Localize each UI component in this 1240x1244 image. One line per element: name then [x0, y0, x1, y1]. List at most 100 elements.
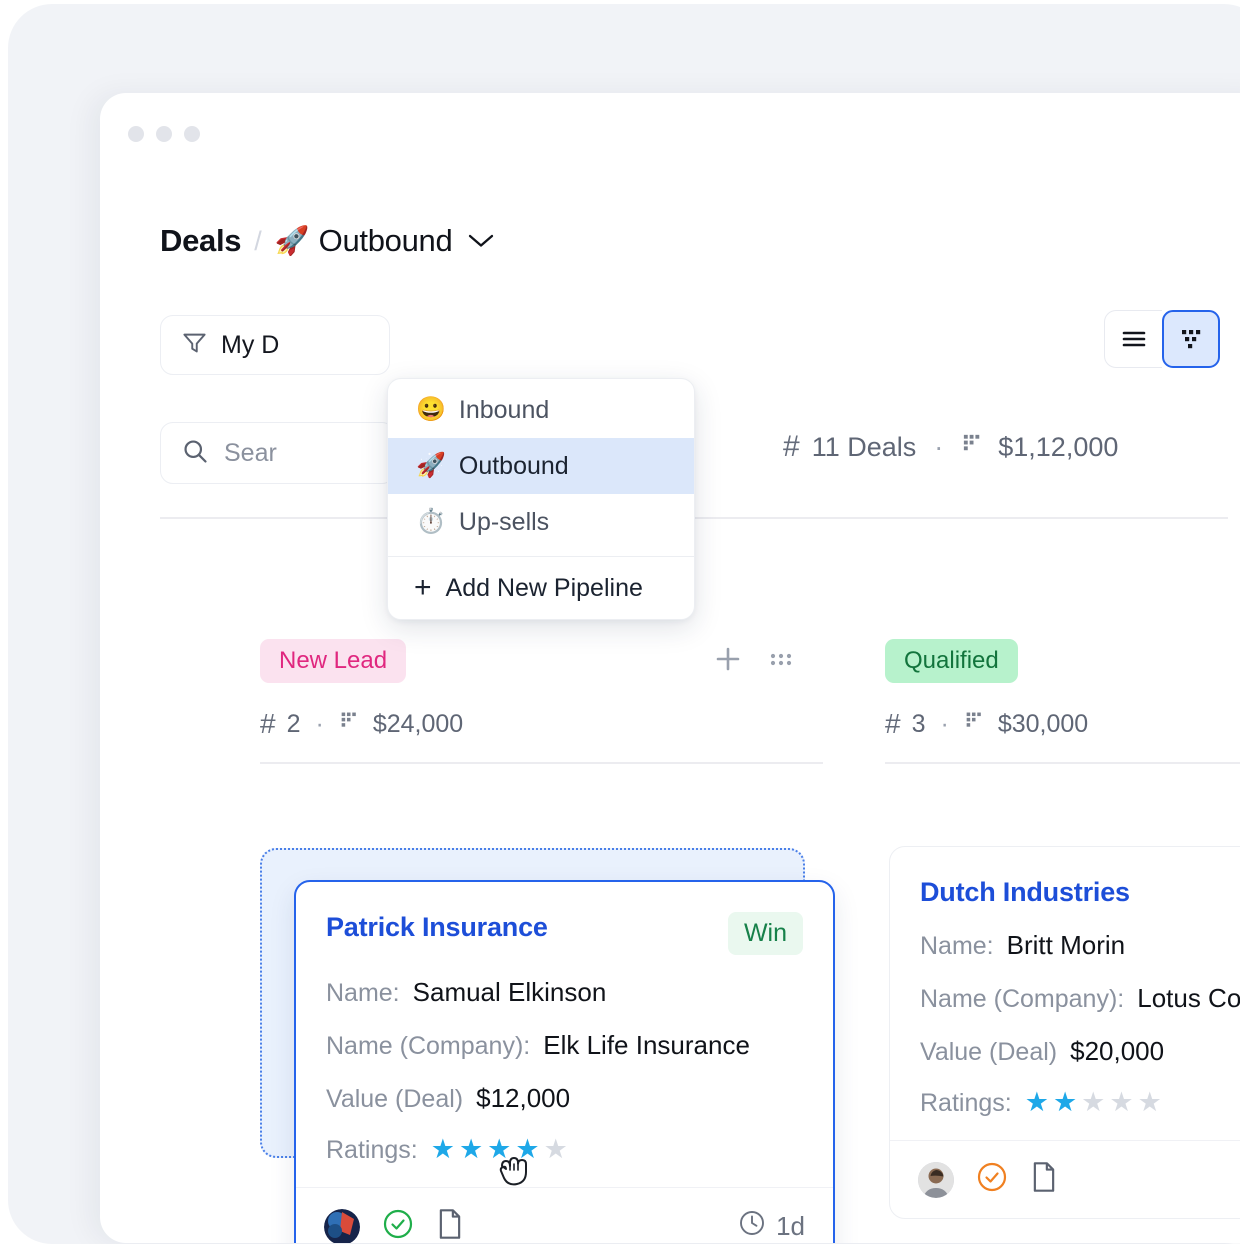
- column-count: 2: [287, 710, 301, 739]
- column-count: 3: [912, 710, 926, 739]
- value-grid-icon: [339, 709, 362, 739]
- value-grid-icon: [961, 431, 986, 463]
- card-field-value: Value (Deal) $20,000: [920, 1036, 1240, 1067]
- field-label: Value (Deal): [920, 1038, 1057, 1067]
- document-icon[interactable]: [436, 1208, 464, 1243]
- avatar[interactable]: [324, 1209, 360, 1244]
- add-new-pipeline-label: Add New Pipeline: [446, 574, 643, 603]
- field-label: Name (Company):: [326, 1032, 530, 1061]
- summary-separator: ·: [934, 432, 943, 463]
- card-field-company: Name (Company): Lotus Co...: [920, 983, 1240, 1014]
- breadcrumb-pipeline-name[interactable]: Outbound: [319, 223, 453, 259]
- card-age-indicator: 1d: [738, 1209, 805, 1243]
- window-titlebar: [100, 93, 1240, 175]
- list-view-button[interactable]: [1104, 310, 1162, 368]
- chevron-down-icon[interactable]: [468, 233, 494, 249]
- search-input[interactable]: Sear: [160, 422, 395, 484]
- total-value-label: $1,12,000: [998, 432, 1118, 463]
- field-label: Name:: [920, 932, 994, 961]
- filter-my-deals-button[interactable]: My D: [160, 315, 390, 375]
- pipeline-dropdown-menu: 😀 Inbound 🚀 Outbound ⏱️ Up-sells + Add N…: [387, 378, 695, 620]
- filter-funnel-icon: [181, 329, 208, 361]
- star-icon[interactable]: ★: [1138, 1089, 1162, 1116]
- kanban-column-qualified: Qualified # 3 · $30,000: [885, 638, 1240, 764]
- task-pending-check-icon[interactable]: [976, 1161, 1008, 1198]
- field-value: $12,000: [476, 1083, 570, 1114]
- column-divider: [260, 762, 823, 764]
- star-icon[interactable]: ★: [1109, 1089, 1133, 1116]
- hash-icon: #: [260, 708, 276, 740]
- card-header: Patrick Insurance Win: [326, 912, 803, 955]
- filter-label: My D: [221, 331, 279, 360]
- card-field-company: Name (Company): Elk Life Insurance: [326, 1030, 803, 1061]
- deal-count-label: 11 Deals: [812, 432, 917, 463]
- add-new-pipeline-button[interactable]: + Add New Pipeline: [388, 557, 694, 619]
- field-label: Name (Company):: [920, 985, 1124, 1014]
- search-icon: [181, 437, 209, 470]
- pipeline-option-upsells[interactable]: ⏱️ Up-sells: [388, 494, 694, 550]
- ratings-label: Ratings:: [326, 1136, 418, 1165]
- rating-stars[interactable]: ★★★★★: [431, 1136, 568, 1163]
- avatar[interactable]: [918, 1162, 954, 1198]
- card-body: Dutch Industries Name: Britt Morin Name …: [890, 847, 1240, 1140]
- card-title[interactable]: Patrick Insurance: [326, 912, 548, 943]
- star-icon[interactable]: ★: [431, 1136, 455, 1163]
- search-placeholder-text: Sear: [224, 439, 277, 468]
- deal-card-patrick-insurance[interactable]: Patrick Insurance Win Name: Samual Elkin…: [294, 880, 835, 1243]
- value-grid-icon: [964, 709, 987, 739]
- grid-view-button[interactable]: [1162, 310, 1220, 368]
- win-status-badge: Win: [728, 912, 803, 955]
- app-window: Deals / 🚀 Outbound My D: [100, 93, 1240, 1243]
- pipeline-option-outbound[interactable]: 🚀 Outbound: [388, 438, 694, 494]
- document-icon[interactable]: [1030, 1161, 1058, 1198]
- field-label: Value (Deal): [326, 1085, 463, 1114]
- minimize-traffic-light-icon[interactable]: [156, 126, 172, 142]
- breadcrumb-deals-link[interactable]: Deals: [160, 223, 241, 259]
- star-icon[interactable]: ★: [459, 1136, 483, 1163]
- card-title[interactable]: Dutch Industries: [920, 877, 1130, 908]
- hash-icon: #: [783, 430, 800, 464]
- card-field-ratings: Ratings: ★★★★★: [920, 1089, 1240, 1118]
- maximize-traffic-light-icon[interactable]: [184, 126, 200, 142]
- ratings-label: Ratings:: [920, 1089, 1012, 1118]
- column-stats-separator: ·: [940, 710, 948, 739]
- field-label: Name:: [326, 979, 400, 1008]
- plus-icon: +: [414, 573, 432, 603]
- column-drag-handle-icon[interactable]: [769, 650, 795, 673]
- close-traffic-light-icon[interactable]: [128, 126, 144, 142]
- rocket-emoji-icon: 🚀: [416, 454, 446, 478]
- column-stats-separator: ·: [315, 710, 323, 739]
- star-icon[interactable]: ★: [1081, 1089, 1105, 1116]
- task-complete-check-icon[interactable]: [382, 1208, 414, 1243]
- star-icon[interactable]: ★: [1025, 1089, 1049, 1116]
- star-icon[interactable]: ★: [515, 1136, 539, 1163]
- card-field-value: Value (Deal) $12,000: [326, 1083, 803, 1114]
- add-deal-icon[interactable]: [713, 644, 743, 679]
- rating-stars[interactable]: ★★★★★: [1025, 1089, 1162, 1116]
- field-value: $20,000: [1070, 1036, 1164, 1067]
- rocket-emoji-icon: 🚀: [275, 227, 310, 255]
- card-footer: 1d: [296, 1187, 833, 1243]
- card-footer-icons: [324, 1208, 464, 1243]
- column-stats: # 3 · $30,000: [885, 708, 1240, 740]
- field-value: Samual Elkinson: [413, 977, 607, 1008]
- field-value: Lotus Co...: [1137, 983, 1240, 1014]
- star-icon[interactable]: ★: [544, 1136, 568, 1163]
- card-field-name: Name: Britt Morin: [920, 930, 1240, 961]
- column-actions: [713, 644, 825, 679]
- clock-icon: [738, 1209, 766, 1243]
- status-badge[interactable]: Qualified: [885, 639, 1018, 683]
- column-stats: # 2 · $24,000: [260, 708, 825, 740]
- status-badge[interactable]: New Lead: [260, 639, 406, 683]
- hash-icon: #: [885, 708, 901, 740]
- view-toggle-group: [1104, 310, 1220, 368]
- star-icon[interactable]: ★: [1053, 1089, 1077, 1116]
- pipeline-option-inbound[interactable]: 😀 Inbound: [388, 382, 694, 438]
- breadcrumb-separator: /: [254, 226, 262, 257]
- card-footer-icons: [918, 1161, 1058, 1198]
- deal-card-dutch-industries[interactable]: Dutch Industries Name: Britt Morin Name …: [889, 846, 1240, 1219]
- star-icon[interactable]: ★: [487, 1136, 511, 1163]
- kanban-column-new-lead: New Lead: [260, 638, 825, 764]
- pipeline-option-label: Inbound: [459, 396, 549, 425]
- column-header: Qualified: [885, 638, 1240, 684]
